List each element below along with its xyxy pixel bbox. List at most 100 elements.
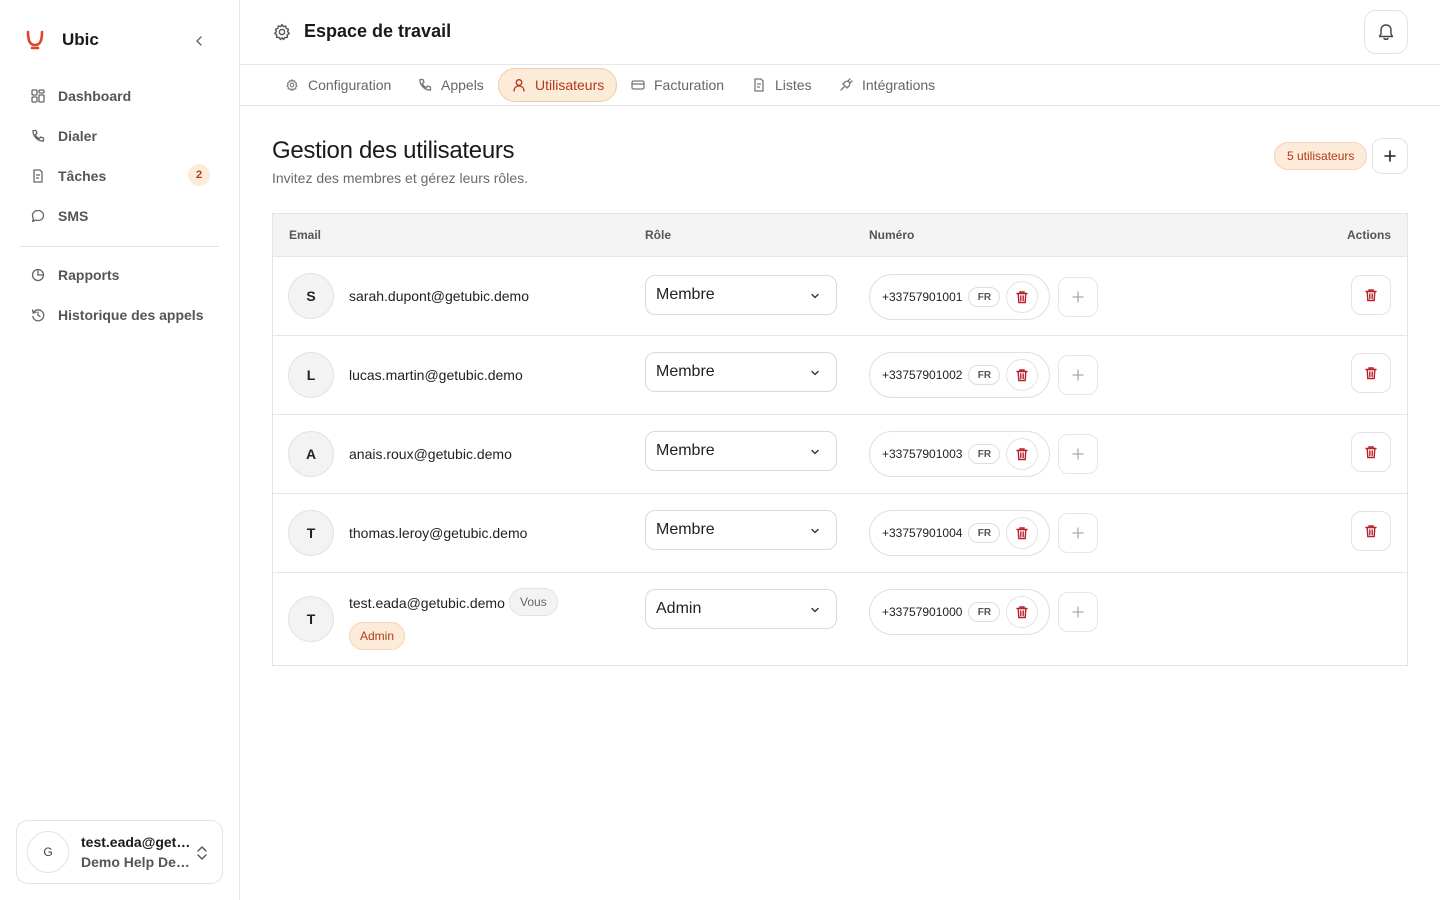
column-header-email: Email	[289, 228, 322, 242]
remove-number-button[interactable]	[1006, 359, 1039, 391]
phone-icon	[417, 77, 433, 93]
trash-icon	[1016, 448, 1029, 461]
sidebar-item-taches[interactable]: Tâches 2	[20, 156, 220, 196]
user-email: lucas.martin@getubic.demo	[349, 367, 523, 383]
sidebar-item-label: Dashboard	[58, 88, 132, 104]
tab-listes[interactable]: Listes	[739, 68, 824, 102]
user-email: sarah.dupont@getubic.demo	[349, 288, 529, 304]
remove-number-button[interactable]	[1006, 281, 1039, 313]
sidebar-item-rapports[interactable]: Rapports	[20, 255, 220, 295]
role-select-value: Membre	[656, 286, 715, 303]
delete-user-button[interactable]	[1351, 432, 1391, 472]
admin-role-badge: Admin	[349, 622, 406, 650]
avatar: G	[27, 831, 69, 873]
tasks-count-badge: 2	[188, 164, 210, 186]
role-select-value: Membre	[656, 521, 715, 538]
chevron-down-icon	[811, 370, 819, 376]
trash-icon	[1365, 525, 1377, 538]
plus-icon	[1072, 448, 1084, 460]
sidebar-item-label: SMS	[58, 208, 89, 224]
table-row: T test.eada@getubic.demo Vous Admin Admi…	[273, 572, 1407, 665]
phone-number-pill: +33757901004 FR	[869, 510, 1050, 556]
ubic-logo-icon	[26, 30, 44, 50]
user-count-badge: 5 utilisateurs	[1274, 142, 1368, 170]
column-header-numero: Numéro	[869, 228, 915, 242]
phone-number: +33757901004	[882, 526, 963, 540]
trash-icon	[1016, 291, 1029, 304]
tab-label: Listes	[775, 77, 812, 93]
tab-appels[interactable]: Appels	[405, 68, 496, 102]
tab-integrations[interactable]: Intégrations	[826, 68, 947, 102]
brand[interactable]: Ubic	[24, 28, 99, 52]
list-icon	[751, 77, 767, 93]
sidebar-item-sms[interactable]: SMS	[20, 196, 220, 236]
user-account-switcher[interactable]: G test.eada@getubic.demo Demo Help Desk	[16, 820, 223, 884]
user-email: anais.roux@getubic.demo	[349, 446, 512, 462]
sidebar-nav-main: Dashboard Dialer Tâches 2 SMS	[20, 76, 220, 236]
role-select[interactable]: Membre	[645, 352, 837, 392]
column-header-role: Rôle	[645, 228, 672, 242]
phone-icon	[30, 128, 46, 144]
delete-user-button[interactable]	[1351, 511, 1391, 551]
role-select[interactable]: Membre	[645, 275, 837, 315]
plus-icon	[1072, 606, 1084, 618]
phone-number: +33757901002	[882, 368, 963, 382]
table-row: A anais.roux@getubic.demo Membre +337579…	[273, 414, 1407, 493]
pie-chart-icon	[30, 267, 46, 283]
trash-icon	[1016, 369, 1029, 382]
table-header: Email Rôle Numéro Actions	[273, 214, 1407, 256]
page-subtitle: Invitez des membres et gérez leurs rôles…	[272, 170, 528, 186]
phone-number-pill: +33757901001 FR	[869, 274, 1050, 320]
add-number-button[interactable]	[1058, 277, 1098, 317]
country-badge: FR	[968, 523, 1001, 543]
remove-number-button[interactable]	[1006, 517, 1039, 549]
add-number-button[interactable]	[1058, 592, 1098, 632]
tab-label: Appels	[441, 77, 484, 93]
delete-user-button[interactable]	[1351, 353, 1391, 393]
table-row: L lucas.martin@getubic.demo Membre +3375…	[273, 335, 1407, 414]
tab-facturation[interactable]: Facturation	[618, 68, 736, 102]
top-header: Espace de travail	[240, 0, 1440, 65]
user-icon	[511, 77, 527, 93]
country-badge: FR	[968, 287, 1001, 307]
add-number-button[interactable]	[1058, 355, 1098, 395]
dashboard-icon	[30, 88, 46, 104]
chevron-down-icon	[811, 607, 819, 613]
sidebar-item-label: Rapports	[58, 267, 120, 283]
sidebar-item-historique[interactable]: Historique des appels	[20, 295, 220, 335]
trash-icon	[1016, 606, 1029, 619]
notifications-button[interactable]	[1364, 10, 1408, 54]
delete-user-button[interactable]	[1351, 275, 1391, 315]
collapse-sidebar-button[interactable]	[188, 30, 210, 52]
tab-configuration[interactable]: Configuration	[272, 68, 403, 102]
you-badge: Vous	[509, 588, 558, 616]
country-badge: FR	[968, 365, 1001, 385]
role-select-value: Admin	[656, 600, 702, 617]
role-select[interactable]: Membre	[645, 431, 837, 471]
remove-number-button[interactable]	[1006, 596, 1039, 628]
trash-icon	[1365, 289, 1377, 302]
table-row: T thomas.leroy@getubic.demo Membre +3375…	[273, 493, 1407, 572]
tab-label: Configuration	[308, 77, 392, 93]
avatar: T	[288, 596, 334, 642]
add-user-button[interactable]	[1372, 138, 1408, 174]
tab-label: Utilisateurs	[535, 77, 605, 93]
add-number-button[interactable]	[1058, 434, 1098, 474]
users-table: Email Rôle Numéro Actions S sarah.dupont…	[272, 213, 1408, 666]
credit-card-icon	[630, 77, 646, 93]
role-select[interactable]: Admin	[645, 589, 837, 629]
tab-utilisateurs[interactable]: Utilisateurs	[498, 68, 618, 102]
role-select-value: Membre	[656, 442, 715, 459]
sidebar-item-dialer[interactable]: Dialer	[20, 116, 220, 156]
add-number-button[interactable]	[1058, 513, 1098, 553]
phone-number: +33757901001	[882, 290, 963, 304]
trash-icon	[1016, 527, 1029, 540]
phone-number: +33757901003	[882, 447, 963, 461]
sidebar-nav-secondary: Rapports Historique des appels	[20, 255, 220, 335]
sidebar-item-dashboard[interactable]: Dashboard	[20, 76, 220, 116]
role-select[interactable]: Membre	[645, 510, 837, 550]
chevron-down-icon	[811, 293, 819, 299]
remove-number-button[interactable]	[1006, 438, 1039, 470]
column-header-actions: Actions	[1346, 228, 1391, 242]
tab-label: Intégrations	[862, 77, 936, 93]
